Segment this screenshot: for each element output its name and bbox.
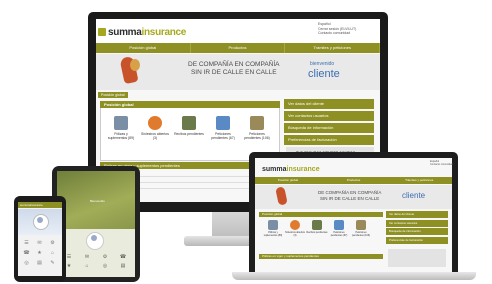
edit-icon[interactable]: ✎ [46,260,59,270]
side-menu: Ver datos del cliente Ver contactos usua… [284,99,374,147]
laptop-logo[interactable]: summainsurance [262,166,320,173]
nav-item-global[interactable]: Posición global [255,177,321,184]
request-icon [334,220,344,230]
tile-requests[interactable]: Peticiones pendientes (67) [328,220,350,237]
site-logo[interactable]: summainsurance [108,27,186,38]
laptop-base [232,272,476,280]
side-item-client-data[interactable]: Ver datos del cliente [284,99,374,109]
receipt-icon [182,116,196,130]
side-item-contacts[interactable]: Ver contactos usuarios [284,111,374,121]
nav-item-products[interactable]: Productos [321,177,387,184]
tablet-title: Bienvenido [90,199,105,203]
laptop-promo-card[interactable] [388,249,446,267]
contact-link[interactable]: Contacto comunidad [318,31,356,36]
list-icon[interactable]: ▤ [114,263,132,272]
phone-icon-grid: ☰ ✉ ⚙ ☎ ★ ⌂ ◎ ▤ ✎ [20,240,60,270]
laptop-banner-slogan: DE COMPAÑÍA EN COMPAÑÍA SIN IR DE CALLE E… [318,190,382,201]
document-icon [268,220,278,230]
folder-icon [356,220,366,230]
key-illustration [130,59,140,71]
tile-policies[interactable]: Pólizas y suplementos (89) [262,220,284,237]
list-icon[interactable]: ▤ [33,260,46,270]
tile-policies[interactable]: Pólizas y suplementos (89) [106,113,136,153]
menu-icon[interactable]: ☰ [20,240,33,250]
laptop-nav: Posición global Productos Trámites y pet… [255,177,452,184]
tile-claims[interactable]: Siniestros abiertos (3) [284,220,306,237]
document-icon [114,116,128,130]
receipt-icon [312,220,322,230]
target-icon[interactable]: ◎ [96,263,114,272]
nav-item-products[interactable]: Productos [191,43,286,53]
request-icon [216,116,230,130]
banner-slogan: DE COMPAÑÍA EN COMPAÑÍA SIN IR DE CALLE E… [188,61,280,76]
gear-icon[interactable]: ⚙ [96,254,114,263]
side-item-contacts[interactable]: Ver contactos usuarios [386,219,448,227]
main-nav: Posición global Productos Trámites y pet… [96,43,380,53]
client-text: cliente [308,68,340,80]
tile-pending[interactable]: Peticiones pendientes (106) [242,113,272,153]
tile-receipts[interactable]: Recibos pendientes [306,220,328,237]
breadcrumb[interactable]: Posición global [98,92,128,98]
flame-icon [290,220,300,230]
user-icon [91,235,97,241]
star-icon[interactable]: ★ [33,250,46,260]
side-item-search[interactable]: Búsqueda de información [284,123,374,133]
home-icon[interactable]: ⌂ [46,250,59,260]
home-icon[interactable]: ⌂ [78,263,96,272]
tile-row: Pólizas y suplementos (89) Siniestros ab… [106,113,272,153]
phone-logo[interactable]: summainsurance [20,203,43,207]
welcome-text: bienvenido [310,61,335,67]
laptop-panel-title: Posición global [262,212,283,216]
tablet-icon-grid: ☰ ✉ ⚙ ☎ ★ ⌂ ◎ ▤ [60,254,132,272]
laptop-side-menu: Ver datos del cliente Ver contactos usua… [386,211,448,245]
tile-receipts[interactable]: Recibos pendientes [174,113,204,153]
phone-icon[interactable]: ☎ [114,254,132,263]
side-item-search[interactable]: Búsqueda de información [386,228,448,235]
nav-item-global[interactable]: Posición global [96,43,191,53]
laptop-client-text: cliente [402,191,426,200]
user-icon [37,217,43,223]
mail-icon[interactable]: ✉ [33,240,46,250]
tile-requests[interactable]: Peticiones pendientes (67) [208,113,238,153]
side-item-billing[interactable]: Preferencias de facturación [284,135,374,145]
nav-item-requests[interactable]: Trámites y peticiones [285,43,380,53]
panel-title: Posición global [104,102,134,107]
laptop-tile-row: Pólizas y suplementos (89) Siniestros ab… [262,220,372,237]
nav-item-requests[interactable]: Trámites y peticiones [386,177,452,184]
tile-claims[interactable]: Siniestros abiertos (3) [140,113,170,153]
target-icon[interactable]: ◎ [20,260,33,270]
side-item-billing[interactable]: Preferencias de facturación [386,236,448,244]
folder-icon [250,116,264,130]
laptop-header-links: Español Contacto comunidad [430,160,453,166]
side-item-client-data[interactable]: Ver datos del cliente [386,211,448,218]
tile-pending[interactable]: Peticiones pendientes (106) [350,220,372,237]
mail-icon[interactable]: ✉ [78,254,96,263]
phone-icon[interactable]: ☎ [20,250,33,260]
laptop-table-title: Pólizas en vigor y suplementos pendiente… [262,254,319,258]
header-links: Español Cerrar sesión (ELVILUT) Contacto… [318,22,356,36]
gear-icon[interactable]: ⚙ [46,240,59,250]
logo-mark-icon [98,28,106,36]
flame-icon [148,116,162,130]
